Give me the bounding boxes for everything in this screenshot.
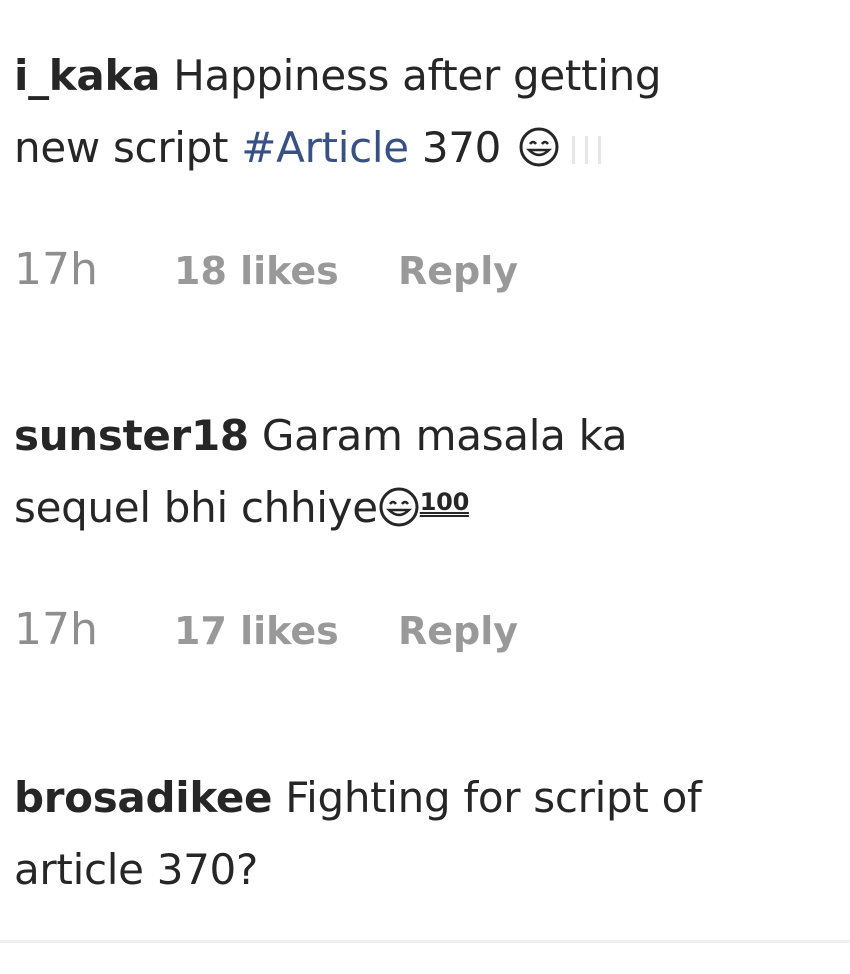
comment-body: 370 [408, 123, 502, 172]
comment-username[interactable]: brosadikee [14, 773, 273, 822]
comment-username[interactable]: sunster18 [14, 411, 249, 460]
grinning-emoji-icon [519, 127, 559, 167]
comment-meta: 17h 17 likes Reply [14, 604, 518, 655]
comment-body: Fighting for script of [285, 773, 702, 822]
likes-count-button[interactable]: 18 likes [174, 249, 398, 293]
comment-username[interactable]: i_kaka [14, 51, 160, 100]
comment-text: i_kaka Happiness after getting new scrip… [14, 40, 829, 186]
comment-item: i_kaka Happiness after getting new scrip… [14, 40, 829, 186]
comment-body: article 370? [14, 845, 258, 894]
grinning-emoji-icon [379, 487, 419, 527]
reply-button[interactable]: Reply [398, 249, 518, 293]
comment-body: Garam masala ka [261, 411, 628, 460]
comment-text: sunster18 Garam masala ka sequel bhi chh… [14, 400, 829, 544]
comment-body: Happiness after getting [173, 51, 662, 100]
reply-button[interactable]: Reply [398, 609, 518, 653]
comment-item: brosadikee Fighting for script of articl… [14, 762, 829, 906]
comment-body: new script [14, 123, 242, 172]
comment-timestamp: 17h [14, 604, 98, 655]
hundred-points-icon: 100 [419, 488, 470, 516]
comment-meta: 17h 18 likes Reply [14, 244, 518, 295]
comment-body: sequel bhi chhiye [14, 483, 378, 532]
likes-count-button[interactable]: 17 likes [174, 609, 398, 653]
hashtag-link[interactable]: #Article [241, 123, 409, 172]
comment-timestamp: 17h [14, 244, 98, 295]
comment-item: sunster18 Garam masala ka sequel bhi chh… [14, 400, 829, 544]
faded-emoji-icon [562, 114, 602, 186]
divider [0, 940, 850, 943]
comment-text: brosadikee Fighting for script of articl… [14, 762, 829, 906]
